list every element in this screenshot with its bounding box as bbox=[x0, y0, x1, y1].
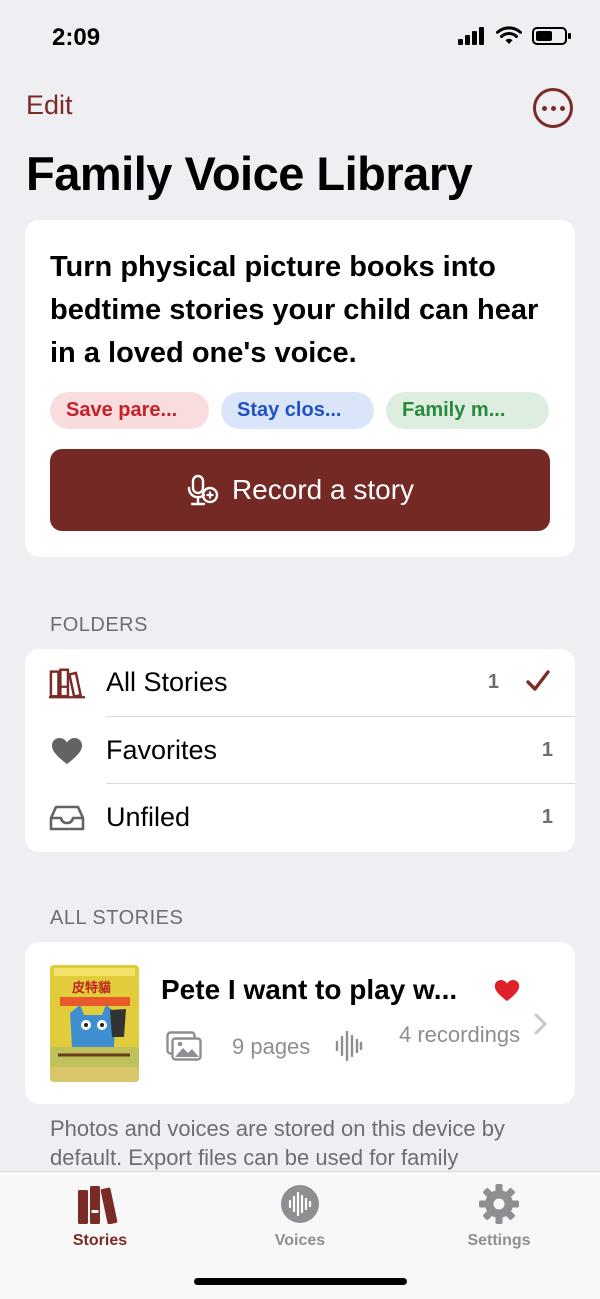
folder-label: Unfiled bbox=[106, 802, 191, 832]
books-icon bbox=[49, 667, 85, 699]
story-recording-count: 4 recordings bbox=[399, 1022, 521, 1047]
tray-icon bbox=[49, 802, 85, 834]
folder-row-unfiled[interactable]: Unfiled 1 bbox=[25, 784, 575, 851]
heart-icon bbox=[49, 735, 85, 767]
mic-plus-icon bbox=[187, 474, 219, 506]
intro-text: Turn physical picture books into bedtime… bbox=[50, 251, 539, 369]
intro-card: Turn physical picture books into bedtime… bbox=[25, 220, 575, 557]
all-stories-header: ALL STORIES bbox=[50, 907, 184, 929]
folder-label: All Stories bbox=[106, 667, 228, 697]
dot bbox=[550, 105, 556, 111]
tab-label: Voices bbox=[274, 1232, 326, 1249]
folder-row-all-stories[interactable]: All Stories 1 bbox=[25, 649, 575, 716]
folders-list: All Stories 1 Favorites 1 Unfiled 1 bbox=[25, 649, 575, 852]
waveform-circle-icon bbox=[240, 1180, 360, 1224]
story-page-count: 9 pages bbox=[232, 1034, 311, 1059]
tab-settings[interactable]: Settings bbox=[439, 1180, 559, 1250]
story-title: Pete I want to play w... bbox=[161, 974, 458, 1005]
status-bar: 2:09 bbox=[0, 0, 600, 80]
tab-label: Stories bbox=[72, 1232, 128, 1249]
tab-voices[interactable]: Voices bbox=[240, 1180, 360, 1250]
folder-row-favorites[interactable]: Favorites 1 bbox=[25, 717, 575, 784]
folder-count: 1 bbox=[487, 671, 499, 693]
story-meta: 9 pages 4 recordings bbox=[166, 1020, 536, 1080]
story-cover-image: 皮特貓 bbox=[50, 965, 139, 1082]
wifi-icon bbox=[496, 26, 522, 44]
edit-button[interactable]: Edit bbox=[26, 90, 73, 121]
ellipsis-circle-icon[interactable] bbox=[533, 88, 573, 128]
story-row[interactable]: 皮特貓 Pete I want to play w... 9 pages 4 r… bbox=[25, 942, 575, 1104]
folder-count: 1 bbox=[541, 806, 553, 828]
battery-icon bbox=[532, 27, 571, 45]
tag-family-memories[interactable]: Family m... bbox=[386, 392, 549, 429]
record-story-button[interactable]: Record a story bbox=[50, 449, 550, 531]
dot bbox=[541, 105, 547, 111]
gear-icon bbox=[439, 1180, 559, 1224]
cellular-signal-icon bbox=[458, 27, 484, 45]
folders-header: FOLDERS bbox=[50, 614, 148, 636]
chevron-right-icon bbox=[534, 1013, 547, 1035]
tag-stay-close[interactable]: Stay clos... bbox=[221, 392, 374, 429]
photos-icon bbox=[166, 1031, 202, 1061]
books-icon bbox=[40, 1180, 160, 1224]
home-indicator bbox=[194, 1278, 407, 1285]
checkmark-icon bbox=[526, 670, 550, 691]
status-icons bbox=[458, 26, 572, 46]
storage-note: Photos and voices are stored on this dev… bbox=[50, 1116, 505, 1170]
favorite-heart-icon[interactable] bbox=[494, 979, 520, 1002]
tag-list: Save pare... Stay clos... Family m... bbox=[50, 392, 549, 429]
cover-title: 皮特貓 bbox=[71, 980, 111, 996]
tab-stories[interactable]: Stories bbox=[40, 1180, 160, 1250]
status-time: 2:09 bbox=[52, 24, 101, 51]
dot bbox=[559, 105, 565, 111]
waveform-icon bbox=[335, 1030, 363, 1062]
folder-label: Favorites bbox=[106, 735, 218, 765]
folder-count: 1 bbox=[541, 739, 553, 761]
page-title: Family Voice Library bbox=[26, 147, 473, 200]
tab-label: Settings bbox=[467, 1232, 531, 1249]
record-story-label: Record a story bbox=[231, 474, 415, 505]
tag-save-parents[interactable]: Save pare... bbox=[50, 392, 209, 429]
